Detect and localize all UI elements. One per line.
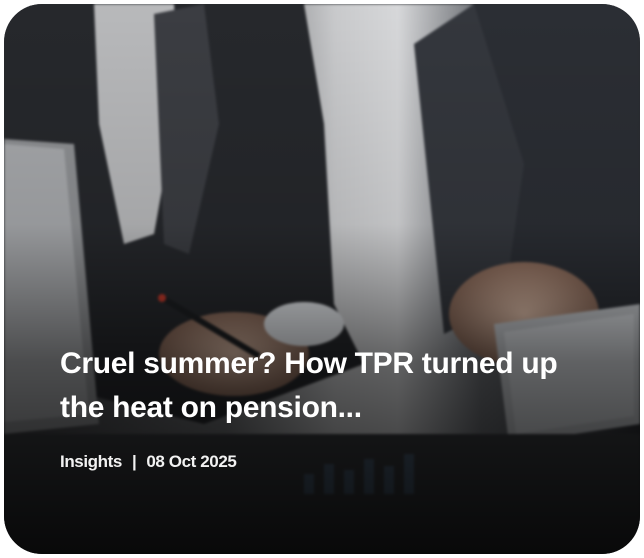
card-text: Cruel summer? How TPR turned up the heat… xyxy=(60,342,600,472)
article-meta: Insights | 08 Oct 2025 xyxy=(60,452,600,472)
meta-separator: | xyxy=(131,452,137,471)
article-title[interactable]: Cruel summer? How TPR turned up the heat… xyxy=(60,342,600,430)
article-category: Insights xyxy=(60,452,122,471)
article-card[interactable]: Cruel summer? How TPR turned up the heat… xyxy=(4,4,640,554)
article-date: 08 Oct 2025 xyxy=(146,452,237,471)
